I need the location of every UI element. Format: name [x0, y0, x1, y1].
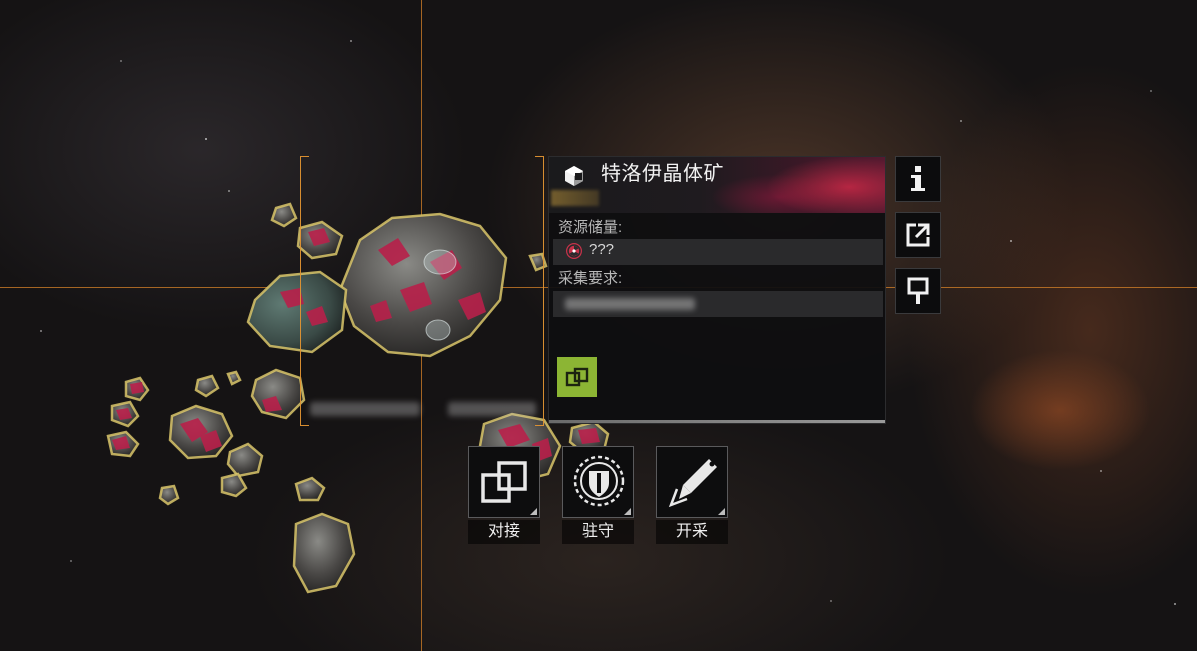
target-bracket-left: [300, 156, 309, 426]
action-garrison[interactable]: 驻守: [562, 446, 634, 544]
reserves-label: 资源储量:: [558, 219, 623, 236]
rarity-bar: [551, 190, 599, 206]
dock-label: 对接: [468, 520, 540, 544]
external-link-icon: [906, 223, 930, 247]
blurred-label: [448, 402, 536, 416]
target-name: 特洛伊晶体矿: [601, 163, 724, 185]
reserves-value: ???: [589, 241, 615, 258]
panel-bottom-edge: [549, 420, 885, 423]
info-icon: [911, 166, 925, 191]
target-info-panel: 特洛伊晶体矿 资源储量: ??? 采集要求:: [548, 156, 886, 424]
dock-icon: [481, 461, 527, 503]
mine-label: 开采: [656, 520, 728, 544]
panel-header: 特洛伊晶体矿: [549, 157, 885, 213]
mining-drill-icon: [668, 459, 717, 508]
requirements-redacted-text: [565, 298, 695, 310]
garrison-button[interactable]: [562, 446, 634, 518]
action-dock[interactable]: 对接: [468, 446, 540, 544]
reserves-row: ???: [553, 239, 883, 265]
garrison-shield-icon: [573, 455, 625, 507]
resource-radiation-icon: [566, 243, 582, 259]
garrison-label: 驻守: [562, 520, 634, 544]
share-button[interactable]: [895, 212, 941, 258]
dock-icon: [565, 367, 589, 387]
target-bracket-right: [535, 156, 544, 426]
action-mine[interactable]: 开采: [656, 446, 728, 544]
pin-button[interactable]: [895, 268, 941, 314]
requirements-label: 采集要求:: [558, 270, 623, 287]
ore-cube-icon: [565, 166, 583, 186]
dock-button[interactable]: [468, 446, 540, 518]
mine-button[interactable]: [656, 446, 728, 518]
blurred-label: [310, 402, 420, 416]
requirements-row: [553, 291, 883, 317]
dock-shortcut-button[interactable]: [557, 357, 597, 397]
info-button[interactable]: [895, 156, 941, 202]
pin-icon: [907, 277, 929, 304]
